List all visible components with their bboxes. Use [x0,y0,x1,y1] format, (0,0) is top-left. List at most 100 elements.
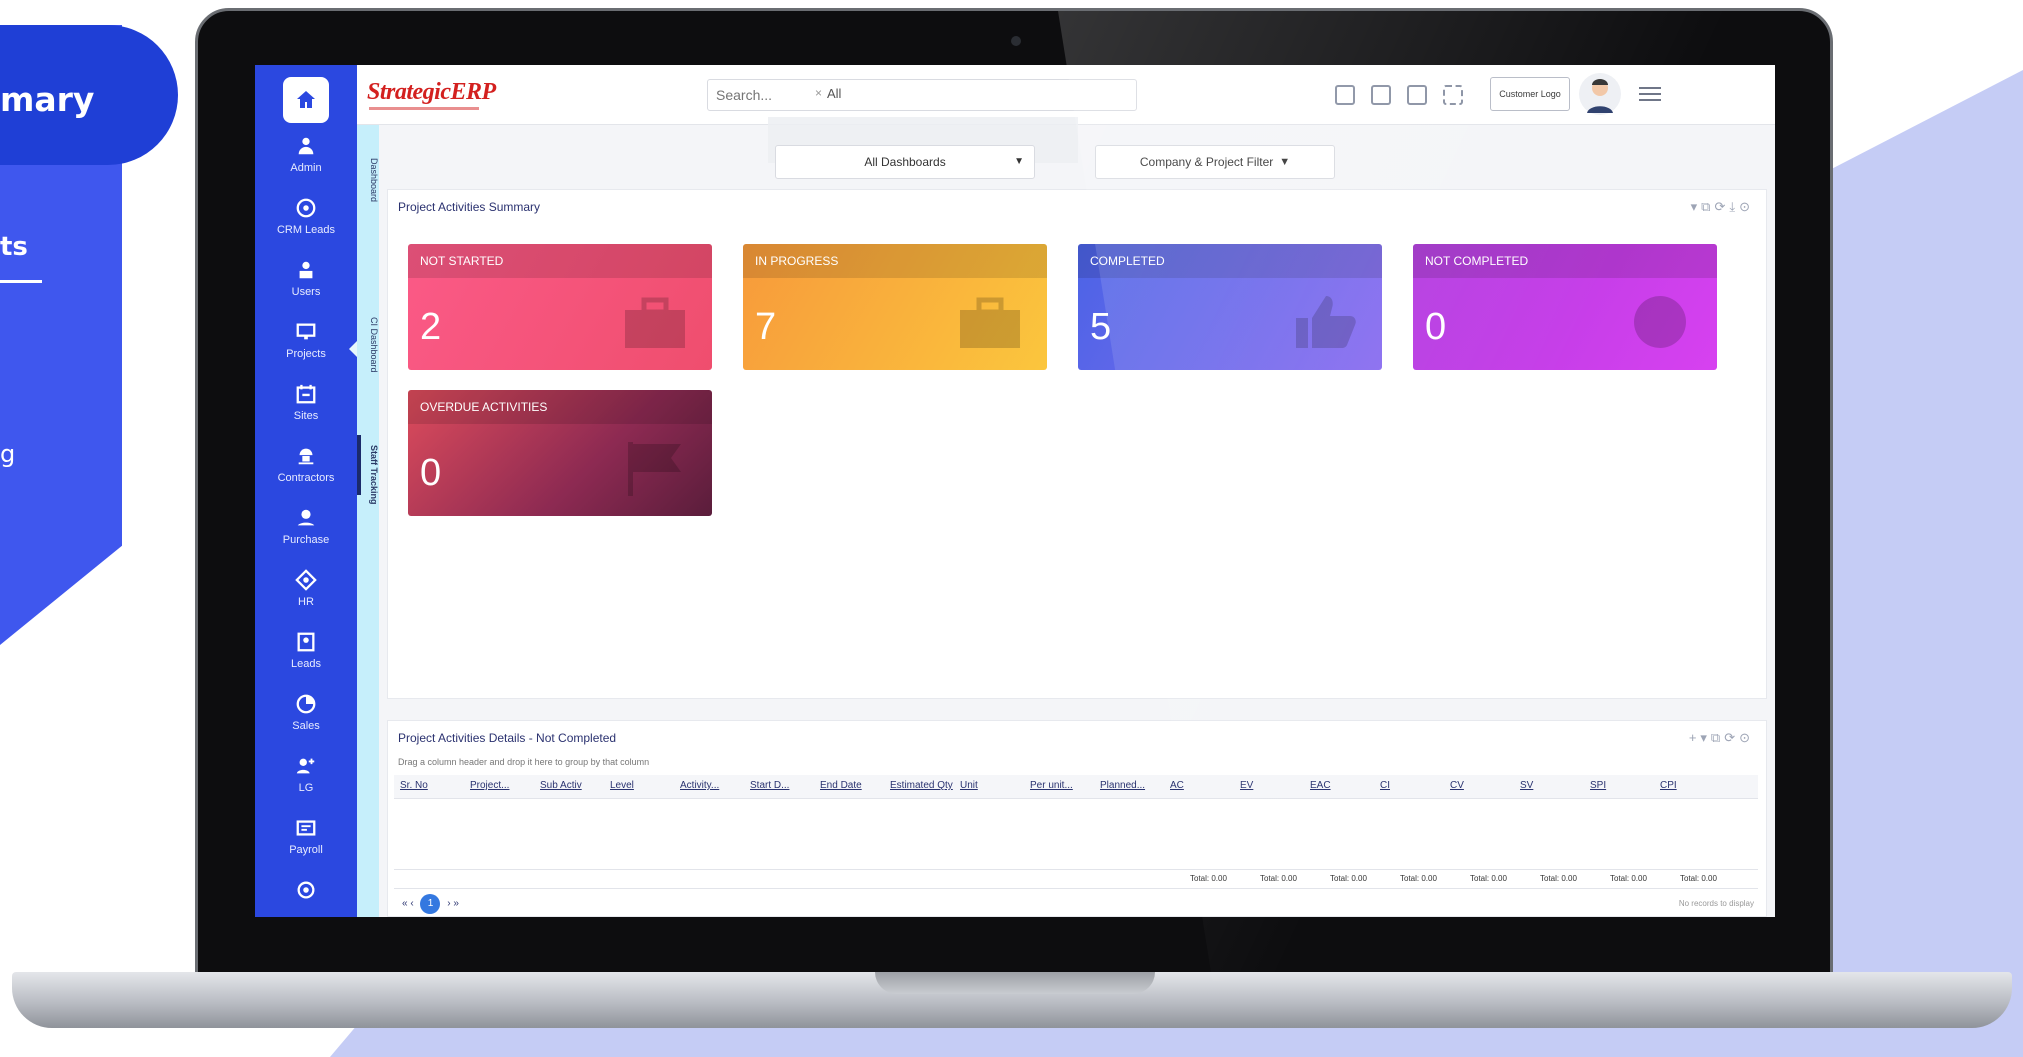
panel-tools[interactable]: ▾⧉⟳⤓⊙ [1691,199,1754,215]
tile-label: OVERDUE ACTIVITIES [420,400,548,414]
sidebar-item-payroll[interactable]: Payroll [255,817,357,877]
search-box[interactable] [707,79,1137,111]
tile-label: NOT COMPLETED [1425,254,1529,268]
group-by-hint: Drag a column header and drop it here to… [398,757,650,767]
briefcase-icon [960,297,1020,348]
column-header[interactable]: Activity... [680,780,719,791]
column-header[interactable]: CI [1380,780,1390,791]
screen: Admin CRM Leads Users Projects Sites Con… [255,65,1775,917]
tile-value: 0 [420,452,442,494]
column-header[interactable]: Planned... [1100,780,1145,791]
top-bar: StrategicERP × All Customer Logo [357,65,1775,163]
clock-icon [1634,296,1686,348]
tile-in-progress[interactable]: IN PROGRESS 7 [743,244,1047,370]
tile-label: IN PROGRESS [755,254,839,268]
play-icon[interactable] [1407,85,1427,105]
customer-logo[interactable]: Customer Logo [1490,77,1570,111]
thumbs-up-icon [1296,296,1356,348]
tile-value: 7 [755,306,777,348]
admin-icon [298,137,314,155]
column-header[interactable]: Start D... [750,780,789,791]
laptop-notch [875,972,1155,994]
grid-icon[interactable] [1335,85,1355,105]
total-cell: Total: 0.00 [1400,874,1437,883]
column-header[interactable]: Sr. No [400,780,428,791]
app-logo[interactable]: StrategicERP [367,79,496,106]
column-header[interactable]: Sub Activ [540,780,582,791]
vtab-ci-dashboard[interactable]: CI Dashboard [357,295,379,395]
sidebar-item-crm-leads[interactable]: CRM Leads [255,197,357,257]
sidebar-item-sales[interactable]: Sales [255,693,357,753]
dashboard-select[interactable]: All Dashboards ▼ [775,145,1035,179]
leads-icon [297,632,315,652]
briefcase-icon [625,297,685,348]
column-header[interactable]: Project... [470,780,509,791]
sidebar-item-admin[interactable]: Admin [255,135,357,195]
column-header[interactable]: SV [1520,780,1533,791]
lg-icon [296,758,315,774]
fullscreen-icon[interactable] [1443,85,1463,105]
sidebar-item-hr[interactable]: HR [255,569,357,629]
total-cell: Total: 0.00 [1330,874,1367,883]
tile-label: COMPLETED [1090,254,1165,268]
prev-page-button[interactable]: ‹ [410,898,413,909]
side-item-label[interactable]: g [0,440,15,468]
menu-icon[interactable] [1639,83,1661,105]
chevron-down-icon: ▼ [1014,156,1024,167]
sidebar-item-more[interactable] [255,879,357,917]
side-tab-underline [0,280,42,283]
search-scope[interactable]: All [827,86,841,101]
current-page[interactable]: 1 [420,894,441,914]
sidebar-item-sites[interactable]: Sites [255,383,357,443]
side-tab-label[interactable]: ts [0,232,28,262]
no-records-text: No records to display [1678,899,1754,908]
first-page-button[interactable]: « [402,898,408,909]
column-header[interactable]: EV [1240,780,1253,791]
home-button[interactable] [283,77,329,123]
avatar[interactable] [1579,73,1621,115]
column-header[interactable]: CPI [1660,780,1677,791]
column-header[interactable]: CV [1450,780,1464,791]
details-panel-title: Project Activities Details - Not Complet… [398,731,617,745]
column-header[interactable]: End Date [820,780,862,791]
camera [1011,36,1021,46]
user-avatar-icon [1587,79,1613,113]
sidebar-item-leads[interactable]: Leads [255,631,357,691]
column-header[interactable]: Unit [960,780,978,791]
column-header[interactable]: Per unit... [1030,780,1073,791]
total-cell: Total: 0.00 [1540,874,1577,883]
sidebar-item-contractors[interactable]: Contractors [255,445,357,505]
next-page-button[interactable]: › [447,898,450,909]
column-header[interactable]: Estimated Qty [890,780,953,791]
panel-tools[interactable]: +▾⧉⟳⊙ [1689,730,1754,746]
dashboard-select-value: All Dashboards [864,155,946,169]
company-project-filter[interactable]: Company & Project Filter ▼ [1095,145,1335,179]
crm-icon [296,198,316,218]
column-header[interactable]: Level [610,780,634,791]
sidebar-item-projects[interactable]: Projects [255,321,357,381]
column-header[interactable]: EAC [1310,780,1331,791]
tile-value: 0 [1425,306,1447,348]
sidebar-item-purchase[interactable]: Purchase [255,507,357,567]
vtab-dashboard[interactable]: Dashboard [357,135,379,225]
flag-icon [628,442,681,496]
vtab-active-indicator [357,435,361,495]
search-input[interactable] [716,87,1036,103]
sales-icon [296,694,316,714]
column-header[interactable]: AC [1170,780,1184,791]
last-page-button[interactable]: » [453,898,459,909]
sidebar-item-users[interactable]: Users [255,259,357,319]
sidebar-item-lg[interactable]: LG [255,755,357,815]
grid-totals-row: Total: 0.00 Total: 0.00 Total: 0.00 Tota… [394,869,1758,889]
purchase-icon [297,509,315,526]
tile-not-completed[interactable]: NOT COMPLETED 0 [1413,244,1717,370]
home-icon [297,91,315,108]
tile-overdue-activities[interactable]: OVERDUE ACTIVITIES 0 [408,390,712,516]
search-clear-icon[interactable]: × [815,86,822,100]
tile-completed[interactable]: COMPLETED 5 [1078,244,1382,370]
total-cell: Total: 0.00 [1190,874,1227,883]
column-header[interactable]: SPI [1590,780,1606,791]
external-link-icon[interactable] [1371,85,1391,105]
details-panel: Project Activities Details - Not Complet… [387,720,1767,917]
tile-not-started[interactable]: NOT STARTED 2 [408,244,712,370]
